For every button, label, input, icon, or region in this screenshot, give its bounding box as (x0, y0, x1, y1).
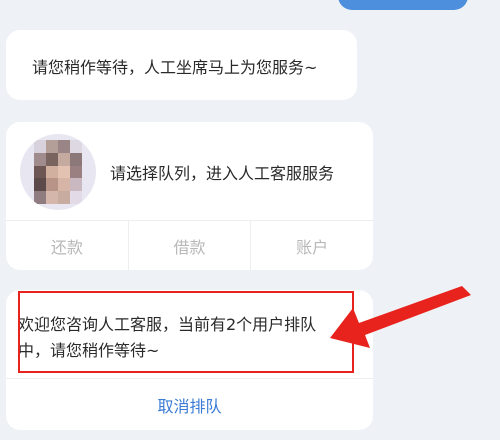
red-arrow-icon (330, 286, 471, 348)
